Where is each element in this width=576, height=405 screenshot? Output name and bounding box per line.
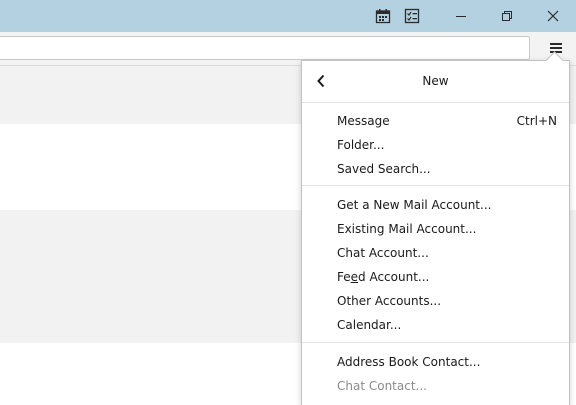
close-button[interactable] (530, 0, 576, 32)
minimize-icon (456, 16, 466, 17)
menu-item-label: Other Accounts... (337, 294, 442, 308)
menu-item-existing-mail-account[interactable]: Existing Mail Account... (302, 217, 569, 241)
menu-item-folder[interactable]: Folder... (302, 133, 569, 157)
menu-item-label: Existing Mail Account... (337, 222, 477, 236)
close-icon (547, 10, 559, 22)
menu-separator (302, 342, 569, 343)
menu-item-feed-account[interactable]: Feed Account... (302, 265, 569, 289)
menu-item-chat-account[interactable]: Chat Account... (302, 241, 569, 265)
menu-item-label: Address Book Contact... (337, 355, 481, 369)
menu-item-calendar[interactable]: Calendar... (302, 313, 569, 337)
minimize-button[interactable] (438, 0, 484, 32)
menu-item-chat-contact[interactable]: Chat Contact... (302, 374, 569, 398)
menu-item-address-book-contact[interactable]: Address Book Contact... (302, 350, 569, 374)
menu-item-label: Get a New Mail Account... (337, 198, 492, 212)
label-part: Fe (337, 270, 351, 284)
menu-item-label: Chat Account... (337, 246, 429, 260)
label-part: d Account... (358, 270, 430, 284)
restore-icon (502, 11, 512, 21)
menu-item-message[interactable]: Message Ctrl+N (302, 109, 569, 133)
search-input[interactable] (0, 36, 530, 60)
panel-header: New (302, 61, 569, 103)
access-key: e (350, 270, 359, 284)
menu-separator (302, 185, 569, 186)
title-bar (0, 0, 576, 32)
menu-item-label: Calendar... (337, 318, 402, 332)
new-menu-panel: New Message Ctrl+N Folder... Saved Searc… (301, 51, 570, 405)
menu-item-label: Message (337, 114, 390, 128)
tasks-icon[interactable] (402, 6, 422, 26)
menu-item-label: Saved Search... (337, 162, 431, 176)
menu-item-get-new-mail-account[interactable]: Get a New Mail Account... (302, 193, 569, 217)
calendar-icon[interactable] (373, 6, 393, 26)
menu-item-shortcut: Ctrl+N (516, 114, 557, 128)
menu-item-saved-search[interactable]: Saved Search... (302, 157, 569, 181)
panel-title: New (422, 74, 449, 88)
menu-item-label: Folder... (337, 138, 385, 152)
menu-item-label: Chat Contact... (337, 379, 427, 393)
menu-item-label: Feed Account... (337, 270, 429, 284)
restore-button[interactable] (484, 0, 530, 32)
menu-item-other-accounts[interactable]: Other Accounts... (302, 289, 569, 313)
